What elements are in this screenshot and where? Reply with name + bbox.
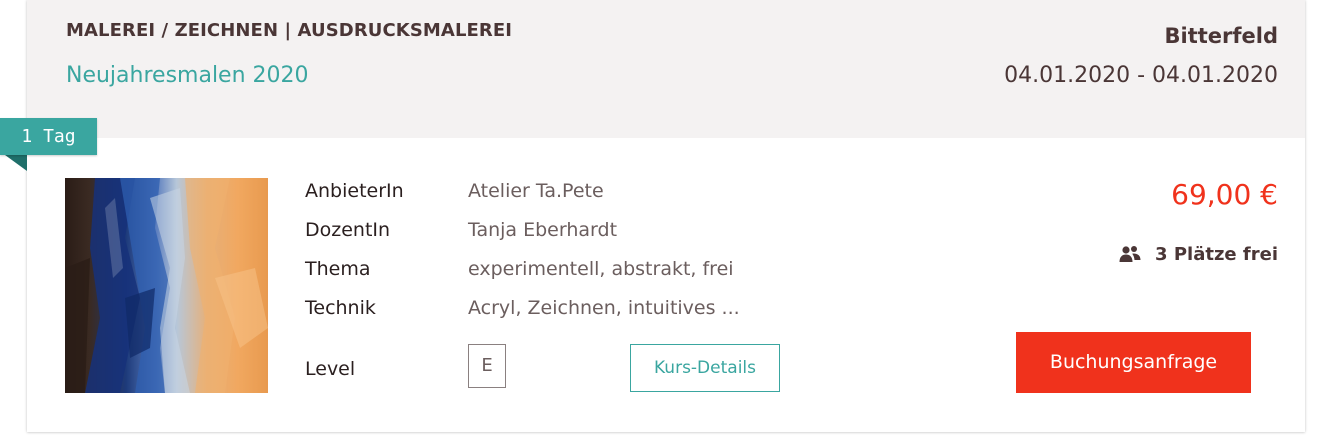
abstract-painting-image — [65, 178, 268, 393]
level-badge: E — [468, 344, 506, 388]
booking-request-button[interactable]: Buchungsanfrage — [1016, 332, 1251, 393]
course-category: MALEREI / ZEICHNEN | AUSDRUCKSMALEREI — [66, 20, 513, 41]
course-card-header: MALEREI / ZEICHNEN | AUSDRUCKSMALEREI Ne… — [27, 0, 1305, 138]
course-card: MALEREI / ZEICHNEN | AUSDRUCKSMALEREI Ne… — [27, 0, 1305, 432]
detail-value: Acryl, Zeichnen, intuitives ... — [468, 297, 740, 319]
level-label: Level — [305, 358, 356, 380]
course-title[interactable]: Neujahresmalen 2020 — [66, 63, 309, 88]
detail-row-dozent: DozentIn Tanja Eberhardt — [305, 219, 825, 251]
duration-ribbon: 1 Tag — [0, 118, 97, 155]
course-details-button[interactable]: Kurs-Details — [630, 344, 780, 392]
detail-value: Tanja Eberhardt — [468, 219, 618, 241]
detail-value: experimentell, abstrakt, frei — [468, 258, 734, 280]
course-image[interactable] — [65, 178, 268, 393]
ribbon-fold — [5, 155, 27, 171]
detail-label: Thema — [305, 258, 371, 280]
course-dates: 04.01.2020 - 04.01.2020 — [1004, 63, 1278, 88]
seats-text: 3 Plätze frei — [1155, 243, 1278, 265]
course-price: 69,00 € — [1171, 178, 1278, 211]
detail-label: DozentIn — [305, 219, 391, 241]
available-seats: 3 Plätze frei — [1119, 240, 1278, 268]
detail-label: Technik — [305, 297, 376, 319]
people-icon — [1119, 245, 1141, 263]
detail-row-technik: Technik Acryl, Zeichnen, intuitives ... — [305, 297, 825, 329]
detail-row-level: Level — [305, 180, 825, 380]
detail-row-thema: Thema experimentell, abstrakt, frei — [305, 258, 825, 290]
course-location: Bitterfeld — [1164, 24, 1279, 48]
